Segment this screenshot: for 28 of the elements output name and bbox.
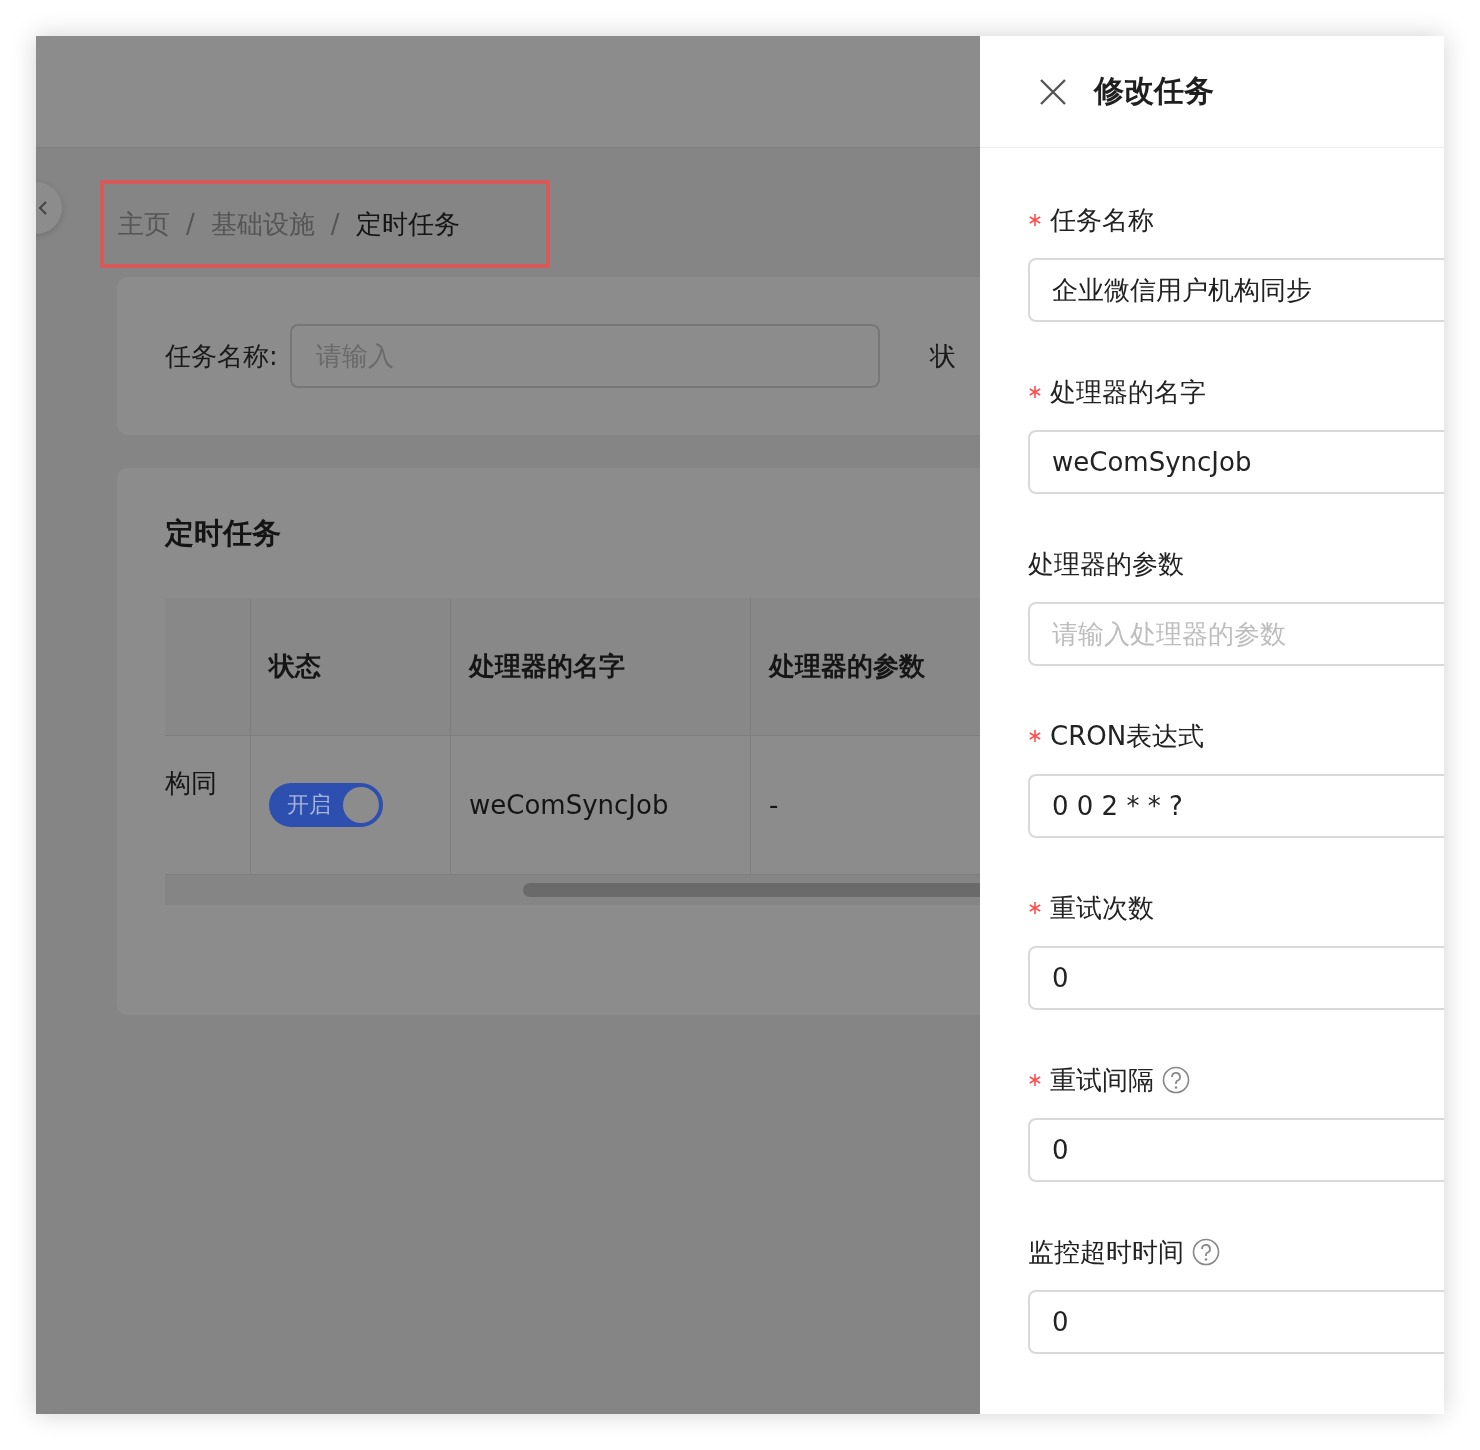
field-label: 处理器的名字: [1050, 375, 1206, 409]
status-switch[interactable]: 开启: [269, 783, 383, 827]
field-label: 重试间隔: [1050, 1063, 1154, 1097]
input-field[interactable]: 企业微信用户机构同步: [1028, 258, 1444, 322]
breadcrumb-separator: /: [186, 209, 195, 239]
table-cell: 构同: [165, 736, 251, 874]
field-label: 任务名称: [1050, 203, 1154, 237]
input-field[interactable]: 0 0 2 * * ?: [1028, 774, 1444, 838]
input-field[interactable]: 0: [1028, 946, 1444, 1010]
input-field[interactable]: 0: [1028, 1290, 1444, 1354]
breadcrumb-item: 定时任务: [355, 207, 460, 241]
field-label: 处理器的参数: [1028, 547, 1184, 581]
close-icon: [1040, 78, 1066, 105]
input-field[interactable]: weComSyncJob: [1028, 430, 1444, 494]
header-cell: 状态: [251, 598, 451, 735]
breadcrumb-separator: /: [330, 209, 340, 239]
input-field[interactable]: 0: [1028, 1118, 1444, 1182]
chevron-icon: [38, 200, 48, 216]
table-cell: weComSyncJob: [451, 736, 751, 874]
field-label: 重试次数: [1050, 891, 1154, 925]
header-cell: 处理器的名字: [451, 598, 751, 735]
input-field[interactable]: 请输入处理器的参数: [1028, 602, 1444, 666]
field-label: 任务名称:: [165, 339, 278, 373]
drawer-title: 修改任务: [1094, 72, 1214, 110]
field-label: 监控超时时间: [1028, 1235, 1184, 1269]
card-title: 定时任务: [165, 515, 282, 552]
close-button[interactable]: [1040, 78, 1066, 105]
field-label: 状: [929, 339, 956, 373]
